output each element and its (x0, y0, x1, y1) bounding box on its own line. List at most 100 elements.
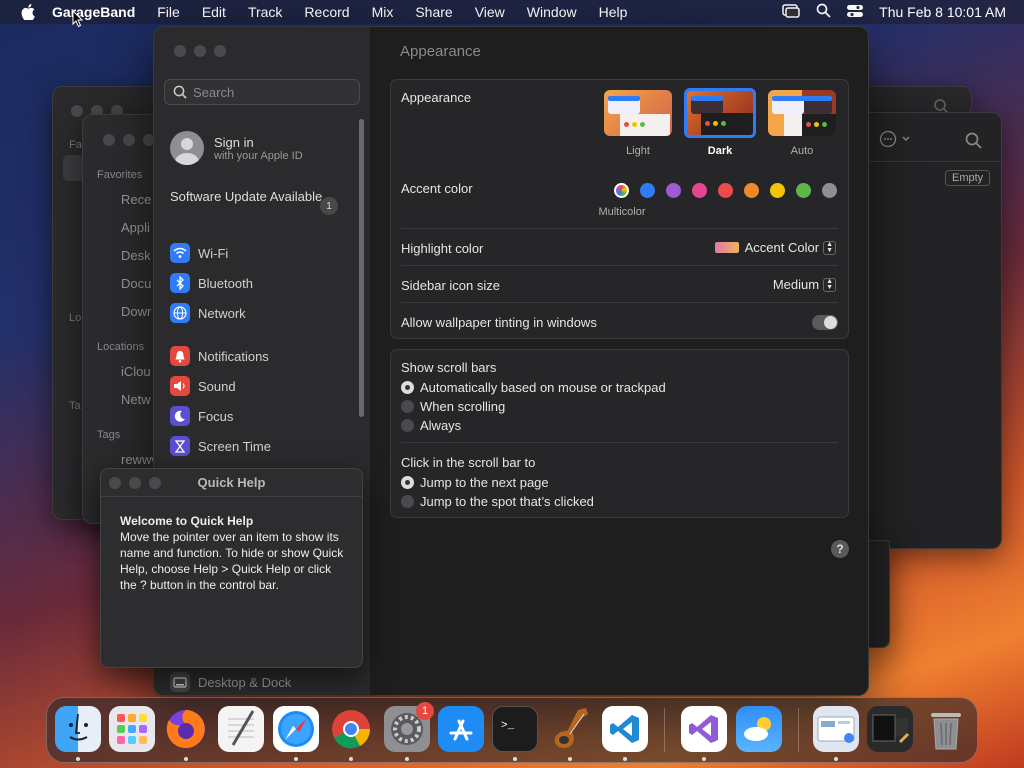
appearance-auto-option[interactable] (768, 90, 836, 136)
apple-menu-icon[interactable] (18, 2, 38, 22)
sidebar-item-sound[interactable]: Sound (170, 375, 236, 397)
finder-sidebar-item[interactable]: Rece (121, 192, 151, 207)
svg-text:>_: >_ (501, 720, 515, 732)
menu-help[interactable]: Help (599, 4, 628, 20)
app-store-icon[interactable] (438, 706, 484, 752)
menu-clock[interactable]: Thu Feb 8 10:01 AM (879, 4, 1006, 20)
radio-label: Jump to the spot that’s clicked (420, 494, 594, 509)
sidebar-icon-size-popup[interactable]: Medium ▲ ▼ (773, 277, 836, 292)
finder-sidebar-item[interactable]: Appli (121, 220, 150, 235)
finder-sidebar-item[interactable]: Desk (121, 248, 151, 263)
appearance-dark-option[interactable] (684, 88, 756, 138)
sidebar-scrollbar[interactable] (359, 119, 364, 417)
close-window-button[interactable] (174, 45, 186, 57)
sidebar-item-notifications[interactable]: Notifications (170, 345, 269, 367)
visual-studio-icon[interactable] (681, 706, 727, 752)
preview-icon[interactable] (813, 706, 859, 752)
firefox-icon[interactable] (163, 706, 209, 752)
sidebar-item-wifi[interactable]: Wi-Fi (170, 242, 228, 264)
apple-id-signin[interactable]: Sign in with your Apple ID (170, 131, 303, 165)
menu-window[interactable]: Window (527, 4, 577, 20)
help-button[interactable]: ? (831, 540, 849, 558)
radio-next-page[interactable] (401, 476, 414, 489)
highlight-color-popup[interactable]: Accent Color ▲ ▼ (714, 240, 836, 255)
minimize-window-button[interactable] (194, 45, 206, 57)
trash-icon[interactable] (923, 706, 969, 752)
garageband-icon[interactable] (547, 706, 593, 752)
divider (401, 265, 838, 266)
menu-track[interactable]: Track (248, 4, 282, 20)
spotlight-search-icon[interactable] (816, 3, 831, 21)
vscode-icon[interactable] (602, 706, 648, 752)
accent-orange-swatch[interactable] (744, 183, 759, 198)
accent-graphite-swatch[interactable] (822, 183, 837, 198)
accent-pink-swatch[interactable] (692, 183, 707, 198)
menu-view[interactable]: View (475, 4, 505, 20)
menu-file[interactable]: File (157, 4, 180, 20)
radio-when-scrolling[interactable] (401, 400, 414, 413)
radio-always[interactable] (401, 419, 414, 432)
more-options-icon[interactable] (879, 130, 913, 153)
finder-sidebar-item[interactable]: Docu (121, 276, 151, 291)
finder-sidebar-item[interactable]: Netw (121, 392, 151, 407)
sidebar-item-network[interactable]: Network (170, 302, 246, 324)
wallpaper-tinting-toggle[interactable] (812, 315, 838, 330)
finder-sidebar-item[interactable]: iClou (121, 364, 151, 379)
accent-blue-swatch[interactable] (640, 183, 655, 198)
appearance-light-option[interactable] (604, 90, 672, 136)
highlight-swatch (714, 242, 739, 253)
accent-red-swatch[interactable] (718, 183, 733, 198)
radio-label: Always (420, 418, 462, 433)
zoom-window-button[interactable] (214, 45, 226, 57)
sidebar-item-focus[interactable]: Focus (170, 405, 233, 427)
screenshot-icon[interactable] (867, 706, 913, 752)
sidebar-item-bluetooth[interactable]: Bluetooth (170, 272, 253, 294)
menu-edit[interactable]: Edit (202, 4, 226, 20)
screen-mirroring-icon[interactable] (782, 3, 800, 21)
appearance-dark-caption: Dark (707, 145, 733, 157)
chrome-icon[interactable] (328, 706, 374, 752)
menu-record[interactable]: Record (304, 4, 349, 20)
radio-label: Automatically based on mouse or trackpad (420, 380, 666, 395)
appearance-panel: Appearance Light Dark Auto Accent color … (390, 79, 849, 339)
sidebar-item-label: Wi-Fi (198, 245, 229, 261)
radio-auto[interactable] (401, 381, 414, 394)
accent-purple-swatch[interactable] (666, 183, 681, 198)
menu-share[interactable]: Share (415, 4, 452, 20)
terminal-icon[interactable]: >_ (492, 706, 538, 752)
software-update-item[interactable]: Software Update Available (170, 189, 340, 205)
control-center-icon[interactable] (847, 4, 864, 21)
accent-color-label: Accent color (401, 181, 473, 196)
divider (401, 228, 838, 229)
menu-app-name[interactable]: GarageBand (52, 4, 135, 20)
search-icon[interactable] (965, 132, 982, 154)
bell-icon (170, 346, 190, 366)
finder-sidebar-item[interactable]: Dowr (121, 304, 151, 319)
hourglass-icon (170, 436, 190, 456)
search-input[interactable]: Search (164, 79, 360, 105)
speaker-icon (170, 376, 190, 396)
launchpad-icon[interactable] (109, 706, 155, 752)
sidebar-item-label: Sound (198, 378, 236, 394)
weather-icon[interactable] (736, 706, 782, 752)
safari-icon[interactable] (273, 706, 319, 752)
quick-help-window[interactable]: Quick Help Welcome to Quick Help Move th… (100, 468, 363, 668)
menu-mix[interactable]: Mix (372, 4, 394, 20)
quick-help-heading: Welcome to Quick Help (120, 514, 254, 528)
finder-locations-header: Locations (97, 341, 145, 353)
settings-content: Appearance Appearance Light Dark Auto Ac… (370, 27, 868, 695)
sidebar-icon-size-label: Sidebar icon size (401, 278, 500, 293)
sidebar-item-desktop-dock[interactable]: Desktop & Dock (170, 671, 291, 693)
finder-icon[interactable] (55, 706, 101, 752)
scroll-bars-panel: Show scroll bars Automatically based on … (390, 349, 849, 518)
quick-help-title: Quick Help (101, 469, 362, 497)
sidebar-item-screen-time[interactable]: Screen Time (170, 435, 271, 457)
signin-subtitle: with your Apple ID (214, 149, 303, 162)
textedit-icon[interactable] (218, 706, 264, 752)
running-indicator (349, 757, 353, 761)
accent-green-swatch[interactable] (796, 183, 811, 198)
accent-multicolor-swatch[interactable] (614, 183, 629, 198)
radio-spot-clicked[interactable] (401, 495, 414, 508)
dock-separator (798, 708, 799, 752)
accent-yellow-swatch[interactable] (770, 183, 785, 198)
